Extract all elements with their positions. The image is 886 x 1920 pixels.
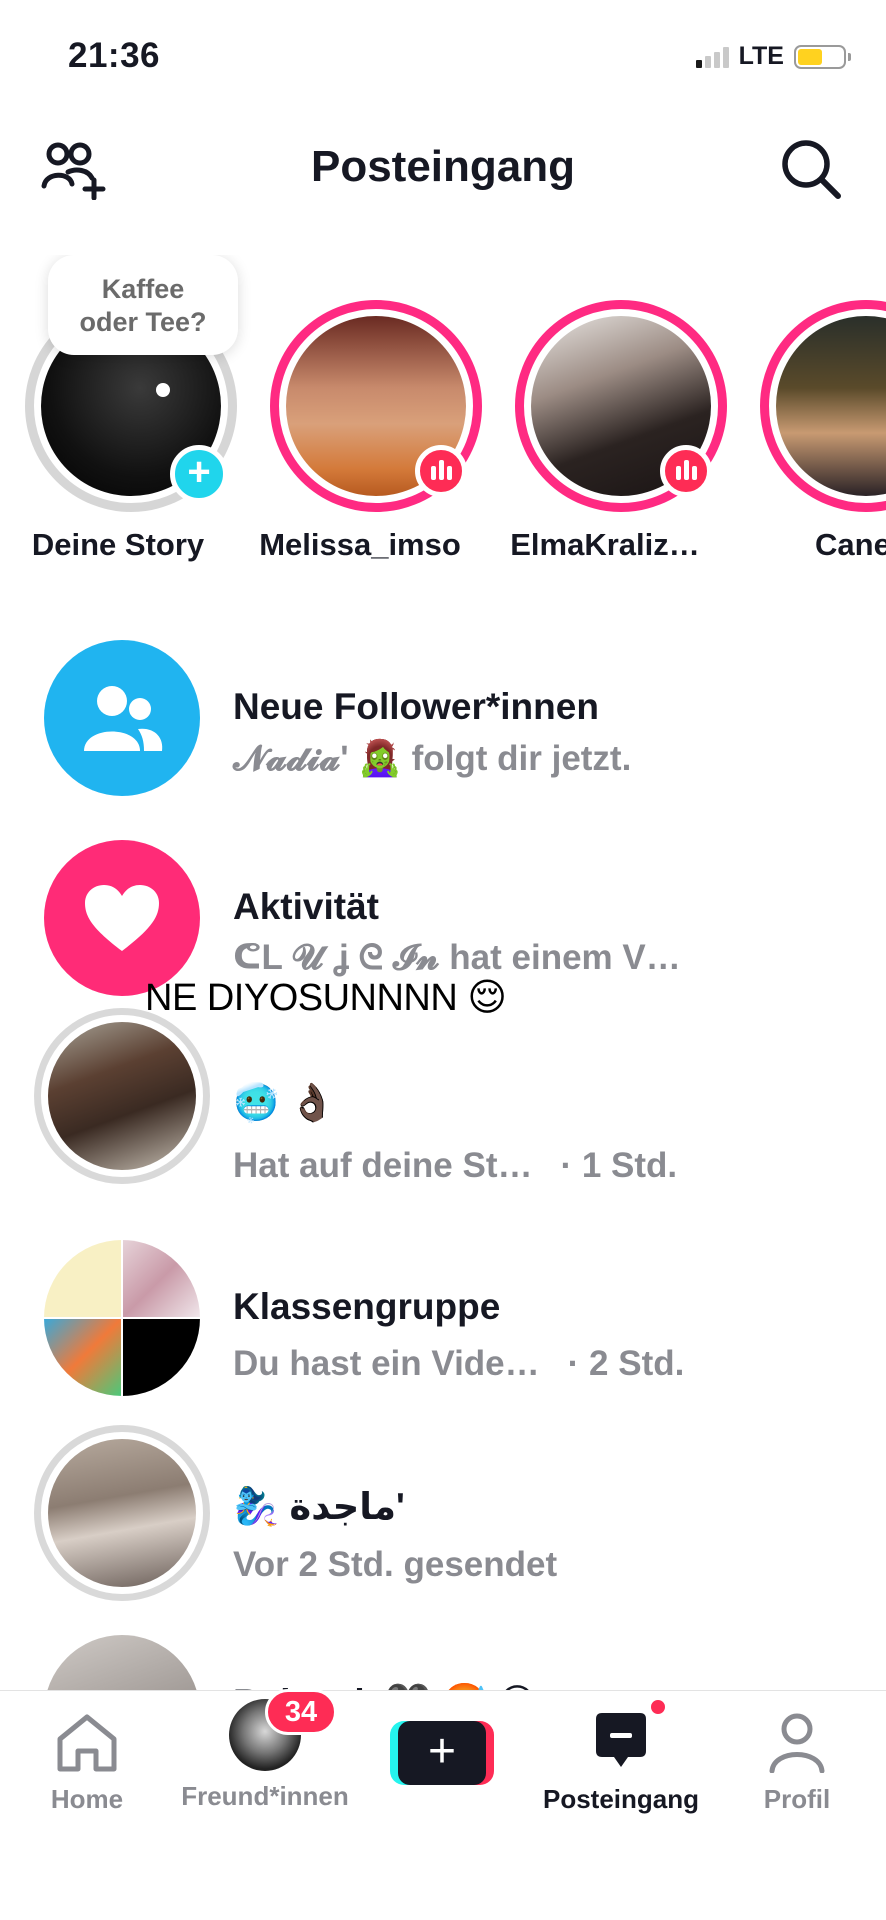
- tab-label: Home: [50, 1784, 124, 1814]
- tab-label: Profil: [763, 1784, 831, 1814]
- story-name: Cane: [815, 527, 886, 562]
- friends-count-badge: 34: [265, 1689, 337, 1735]
- row-subtitle: ᕦL 𝓤 ʝ ᘓ 𝓘𝓷 hat einem V…: [233, 938, 681, 977]
- tab-friends[interactable]: 34 Freund*innen: [180, 1689, 350, 1812]
- inbox-icon: [596, 1713, 646, 1767]
- signal-icon: [695, 46, 729, 68]
- tab-label: Posteingang: [542, 1784, 699, 1814]
- row-title: 🥶 👌🏿: [233, 1082, 336, 1123]
- row-subtitle-line: Hat auf deine St… · 1 Std.: [233, 1146, 677, 1186]
- profile-icon: [769, 1713, 825, 1774]
- story-note-text: Kaffee oder Tee?: [79, 274, 207, 337]
- list-item-chat[interactable]: 🧞‍♀️ ماجدة' Vor 2 Std. gesendet: [0, 1425, 886, 1605]
- status-indicators: LTE: [695, 42, 851, 71]
- group-avatar: [44, 1240, 200, 1396]
- live-icon: [415, 445, 467, 497]
- list-item-group[interactable]: Klassengruppe Du hast ein Vide… · 2 Std.: [0, 1240, 886, 1410]
- avatar: [48, 1439, 196, 1587]
- story-name: ElmaKraliz…: [510, 527, 700, 562]
- row-subtitle: 𝓝𝓪𝓭𝓲𝓪ʹ 🧟‍♀️ folgt dir jetzt.: [233, 739, 632, 778]
- tab-inbox[interactable]: Posteingang: [536, 1697, 706, 1815]
- avatar-ring: [34, 1425, 210, 1601]
- network-label: LTE: [738, 42, 784, 70]
- list-item-chat[interactable]: 🥶 👌🏿 Hat auf deine St… · 1 Std.: [0, 1008, 886, 1190]
- row-subtitle-line: Du hast ein Vide… · 2 Std.: [233, 1344, 684, 1384]
- unread-dot: [648, 1697, 668, 1717]
- list-item-new-followers[interactable]: Neue Follower*innen 𝓝𝓪𝓭𝓲𝓪ʹ 🧟‍♀️ folgt di…: [0, 640, 886, 810]
- tab-label: Freund*innen: [181, 1781, 349, 1811]
- row-subtitle: Hat auf deine St…: [233, 1146, 533, 1185]
- avatar: [776, 316, 886, 496]
- page-title: Posteingang: [310, 142, 576, 191]
- tab-profile[interactable]: Profil: [712, 1711, 882, 1815]
- bubble-tail: [156, 383, 170, 397]
- avatar-ring: [34, 1008, 210, 1184]
- create-button[interactable]: +: [390, 1721, 494, 1785]
- tab-home[interactable]: Home: [2, 1711, 172, 1815]
- row-title: Neue Follower*innen: [233, 686, 599, 727]
- heart-icon: [44, 840, 200, 996]
- row-title: Aktivität: [233, 886, 379, 927]
- status-time: 21:36: [68, 36, 161, 75]
- caption-overlay: NE DIYOSUNNNN 😌: [145, 977, 507, 1019]
- row-title: Klassengruppe: [233, 1286, 501, 1327]
- story-ring: [760, 300, 886, 512]
- row-time: · 2 Std.: [567, 1344, 685, 1383]
- search-icon[interactable]: [780, 138, 842, 200]
- story-note-bubble[interactable]: Kaffee oder Tee?: [48, 255, 238, 355]
- row-subtitle: Du hast ein Vide…: [233, 1344, 540, 1383]
- status-bar: 21:36 LTE: [0, 0, 886, 110]
- row-title: 🧞‍♀️ ماجدة': [233, 1486, 405, 1527]
- story-name: Deine Story: [31, 527, 205, 562]
- followers-icon: [44, 640, 200, 796]
- stories-row: Kaffee oder Tee? + Deine Story Melissa_i…: [0, 255, 886, 575]
- avatar: [48, 1022, 196, 1170]
- add-story-icon[interactable]: +: [170, 445, 228, 503]
- row-subtitle: Vor 2 Std. gesendet: [233, 1545, 558, 1584]
- live-icon: [660, 445, 712, 497]
- plus-icon: +: [398, 1721, 486, 1785]
- home-icon: [57, 1714, 117, 1772]
- row-time: · 1 Std.: [560, 1146, 678, 1185]
- bottom-tab-bar: Home 34 Freund*innen + Posteingang Profi…: [0, 1689, 886, 1920]
- story-name: Melissa_imso: [259, 527, 461, 562]
- inbox-header: Posteingang: [0, 120, 886, 220]
- battery-icon: [794, 44, 851, 69]
